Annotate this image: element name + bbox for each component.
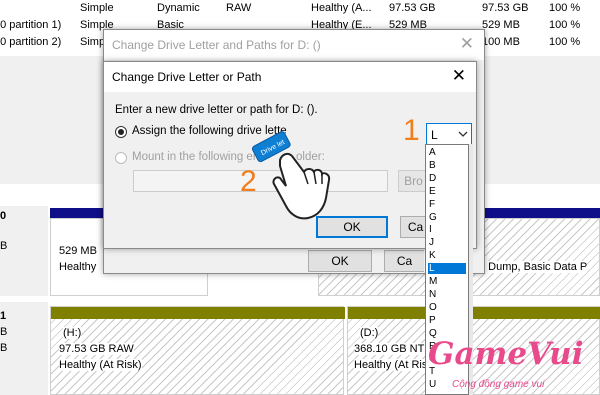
mount-label: Mount in the following em [132,151,263,163]
partition-size: 97.53 GB RAW [59,343,134,355]
drive-letter-option[interactable]: I [428,224,466,235]
mount-radio[interactable] [115,152,127,164]
disk1-partition-h[interactable]: (H:) 97.53 GB RAW Healthy (At Risk) [50,306,345,395]
drive-letter-option[interactable]: M [428,276,466,287]
capacity-cell: 97.53 GB [389,2,436,14]
partition-size: 368.10 GB NTF [354,343,432,355]
drive-letter-option[interactable]: G [428,212,466,223]
type-cell: Dynamic [157,2,200,14]
dialog-titlebar[interactable]: Change Drive Letter or Path ✕ [104,62,476,92]
close-icon[interactable]: ✕ [460,34,474,54]
drive-letter-option[interactable]: P [428,315,466,326]
drive-letter-option[interactable]: A [428,147,466,158]
paths-ok-button[interactable]: OK [308,250,372,272]
pct-cell: 100 % [549,19,581,31]
dialog-title: Change Drive Letter or Path [112,70,262,84]
disk1-label[interactable]: 1 B B [0,302,48,395]
disk-size-unit: B [0,240,8,252]
watermark-logo: GameVui [428,336,584,372]
browse-button[interactable]: Bro [398,170,428,192]
assign-radio[interactable] [115,126,127,138]
selected-letter: L [431,128,438,142]
pct-cell: 100 % [549,2,581,14]
partition-name: (H:) [63,327,82,339]
layout-cell: Simp [80,36,106,48]
layout-cell: Simple [80,2,114,14]
name-cell: (Disk 0 partition 2) [0,36,62,48]
free-cell: 529 MB [482,19,520,31]
disk-size-unit: B [0,342,8,354]
fs-cell: RAW [226,2,252,14]
step-1-marker: 1 [403,114,420,147]
partition-name: (D:) [360,327,379,339]
watermark-tagline: Cộng đồng game vui [452,379,545,390]
paths-dialog-titlebar[interactable]: Change Drive Letter and Paths for D: () … [104,30,484,60]
disk-number: 0 [0,210,7,222]
disk-number: 1 [0,310,7,322]
free-cell: 100 MB [482,36,520,48]
volume-row[interactable]: Simple Dynamic RAW Healthy (A... 97.53 G… [0,2,600,19]
disk0-label[interactable]: 0 B [0,206,48,296]
drive-letter-option[interactable]: D [428,173,466,184]
disk-size-unit: B [0,326,8,338]
pct-cell: 100 % [549,36,581,48]
partition-size: 529 MB [59,245,97,257]
partition-status: Healthy [59,261,97,273]
drive-letter-option[interactable]: N [428,289,466,300]
paths-dialog-title: Change Drive Letter and Paths for D: () [112,38,321,52]
drive-letter-option[interactable]: K [428,250,466,261]
drive-letter-option[interactable]: B [428,160,466,171]
status-cell: Healthy (A... [311,2,372,14]
partition-bar [51,307,345,319]
partition-bar [348,307,600,319]
partition-status: h Dump, Basic Data P [479,261,588,273]
name-cell: (Disk 0 partition 1) [0,19,62,31]
drive-letter-option[interactable]: E [428,186,466,197]
dialog-prompt: Enter a new drive letter or path for D: … [115,104,318,116]
free-cell: 97.53 GB [482,2,529,14]
chevron-down-icon [458,131,468,137]
drive-letter-option[interactable]: J [428,237,466,248]
paths-cancel-button[interactable]: Ca [384,250,424,272]
partition-status: Healthy (At Risk) [59,359,142,371]
close-icon[interactable]: ✕ [452,66,466,86]
hand-pointer-icon: Drive let [252,131,331,220]
drive-letter-option[interactable]: O [428,302,466,313]
drive-letter-option[interactable]: L [428,263,466,274]
drive-letter-option[interactable]: F [428,199,466,210]
drive-letter-select[interactable]: L [426,123,472,145]
